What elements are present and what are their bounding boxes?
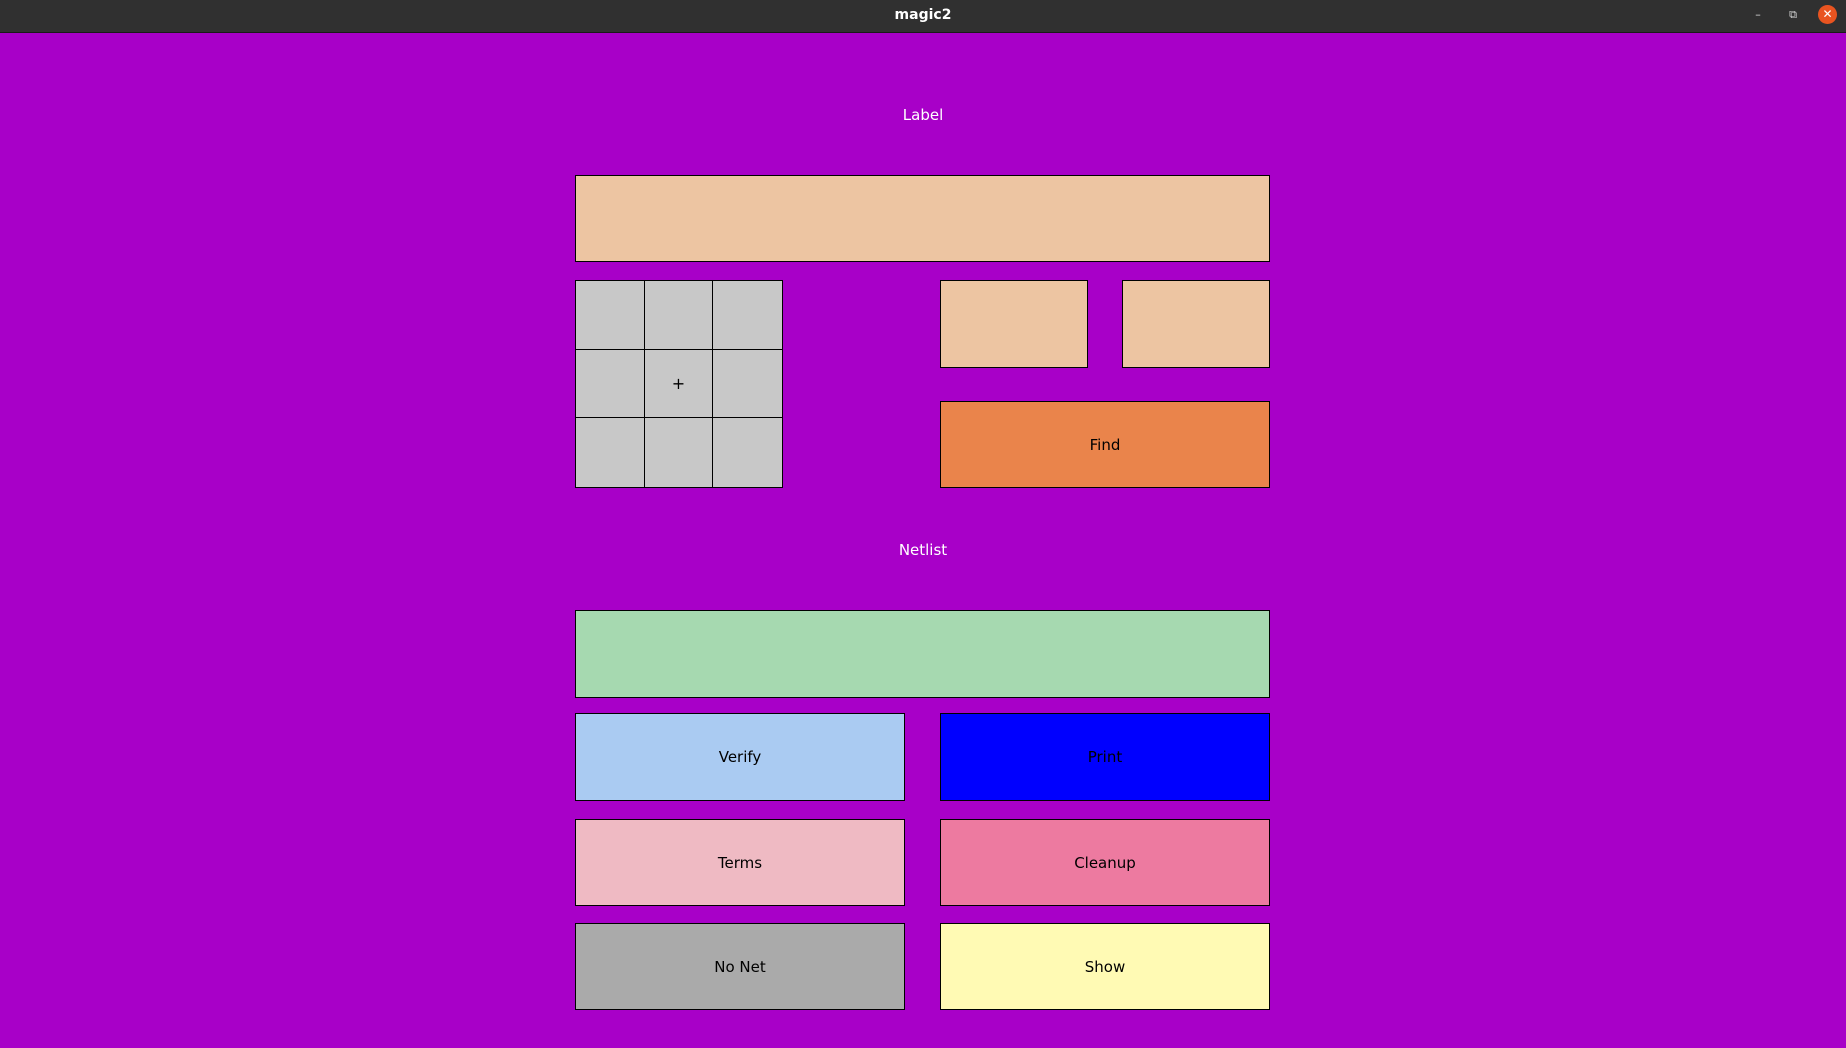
find-button[interactable]: Find — [940, 401, 1270, 488]
close-icon[interactable]: ✕ — [1818, 5, 1837, 24]
label-entry[interactable] — [575, 175, 1270, 262]
show-button[interactable]: Show — [940, 923, 1270, 1010]
direction-grid: + — [575, 280, 783, 488]
window-title: magic2 — [894, 7, 952, 23]
netlist-heading: Netlist — [898, 541, 948, 559]
grid-cell-sw[interactable] — [576, 418, 645, 487]
plus-icon: + — [671, 373, 686, 393]
grid-cell-w[interactable] — [576, 349, 645, 419]
title-bar: magic2 – ⧉ ✕ — [0, 0, 1846, 33]
grid-cell-s[interactable] — [645, 418, 714, 487]
small-entry-2[interactable] — [1122, 280, 1270, 368]
terms-button[interactable]: Terms — [575, 819, 905, 906]
small-entry-1[interactable] — [940, 280, 1088, 368]
no-net-button[interactable]: No Net — [575, 923, 905, 1010]
restore-icon[interactable]: ⧉ — [1785, 7, 1801, 23]
netlist-entry[interactable] — [575, 610, 1270, 698]
cleanup-button[interactable]: Cleanup — [940, 819, 1270, 906]
grid-cell-n[interactable] — [644, 281, 714, 350]
grid-cell-nw[interactable] — [576, 281, 645, 350]
grid-cell-ne[interactable] — [713, 281, 782, 350]
grid-cell-e[interactable] — [713, 350, 782, 419]
verify-button[interactable]: Verify — [575, 713, 905, 801]
minimize-icon[interactable]: – — [1750, 7, 1766, 23]
label-heading: Label — [902, 106, 944, 124]
grid-cell-se[interactable] — [713, 418, 782, 487]
grid-cell-center[interactable]: + — [644, 349, 714, 419]
print-button[interactable]: Print — [940, 713, 1270, 801]
